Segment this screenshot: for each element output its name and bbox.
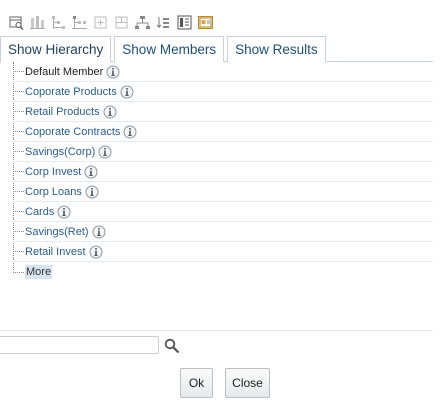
divider	[0, 330, 433, 331]
expand-node-icon[interactable]	[92, 14, 109, 31]
tree-node-link[interactable]: Retail Invest	[25, 246, 86, 258]
tree-node[interactable]: Retail Products	[13, 102, 433, 122]
info-icon[interactable]	[92, 225, 106, 239]
tree-node-link[interactable]: Savings(Ret)	[25, 226, 89, 238]
find-member-icon[interactable]	[8, 14, 25, 31]
reorder-icon[interactable]	[155, 14, 172, 31]
info-icon[interactable]	[98, 145, 112, 159]
tree-node[interactable]: Retail Invest	[13, 242, 433, 262]
expand-branch-icon[interactable]	[50, 14, 67, 31]
info-icon[interactable]	[84, 165, 98, 179]
tree-node[interactable]: Corp Loans	[13, 182, 433, 202]
tree-node-link[interactable]: Savings(Corp)	[25, 146, 95, 158]
tree-node[interactable]: Savings(Corp)	[13, 142, 433, 162]
info-icon[interactable]	[123, 125, 137, 139]
info-icon[interactable]	[57, 205, 71, 219]
search-input[interactable]	[0, 336, 159, 354]
tab-bar: Show Hierarchy Show Members Show Results	[0, 36, 433, 63]
tree-node-link[interactable]: Corp Invest	[25, 166, 81, 178]
collapse-node-icon[interactable]	[113, 14, 130, 31]
tree-node-link[interactable]: Coporate Contracts	[25, 126, 120, 138]
tree-node-label: Default Member	[25, 65, 104, 78]
tree-node[interactable]: Coporate Contracts	[13, 122, 433, 142]
info-icon[interactable]	[85, 185, 99, 199]
info-icon[interactable]	[103, 105, 117, 119]
show-properties-icon[interactable]	[197, 14, 214, 31]
tree-node[interactable]: Default Member	[13, 62, 433, 82]
info-icon[interactable]	[106, 65, 120, 79]
tree-node-link[interactable]: Corp Loans	[25, 186, 82, 198]
tree-node-link[interactable]: Retail Products	[25, 106, 100, 118]
info-icon[interactable]	[89, 245, 103, 259]
tree-node[interactable]: Cards	[13, 202, 433, 222]
expand-all-icon[interactable]	[29, 14, 46, 31]
tree-node-link[interactable]: Coporate Products	[25, 86, 117, 98]
hierarchy-tree: Default Member Coporate Products Retail …	[0, 62, 433, 330]
tree-node[interactable]: Corp Invest	[13, 162, 433, 182]
tree-node[interactable]: Coporate Products	[13, 82, 433, 102]
close-button[interactable]: Close	[225, 368, 270, 398]
toolbar	[8, 12, 214, 32]
tree-node-link[interactable]: Cards	[25, 206, 54, 218]
tree-node[interactable]: Savings(Ret)	[13, 222, 433, 242]
search-icon[interactable]	[163, 336, 179, 354]
info-icon[interactable]	[120, 85, 134, 99]
collapse-branch-icon[interactable]	[71, 14, 88, 31]
tab-show-hierarchy[interactable]: Show Hierarchy	[0, 36, 112, 63]
more-link[interactable]: More	[25, 265, 53, 279]
show-code-icon[interactable]	[176, 14, 193, 31]
tab-show-members[interactable]: Show Members	[114, 36, 225, 62]
ok-button[interactable]: Ok	[180, 368, 213, 398]
hierarchy-browser-dialog: Show Hierarchy Show Members Show Results…	[0, 0, 448, 408]
tree-node-more[interactable]: More	[13, 262, 433, 282]
move-member-icon[interactable]	[134, 14, 151, 31]
tab-show-results[interactable]: Show Results	[227, 36, 326, 62]
